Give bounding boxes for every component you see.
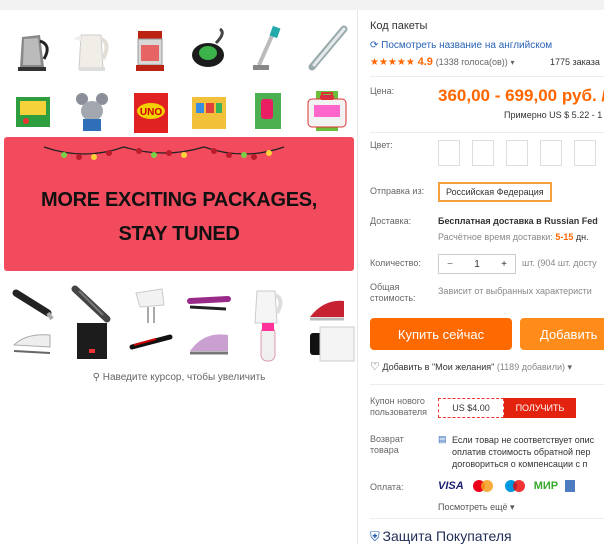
coupon-row: Купон нового пользователя US $4.00 ПОЛУЧИ… (370, 396, 604, 418)
color-option-2[interactable] (472, 140, 494, 166)
ship-label: Отправка из: (370, 186, 425, 196)
qty-plus-button[interactable]: + (493, 259, 515, 270)
promo-line-1: MORE EXCITING PACKAGES, (40, 189, 318, 211)
thumb-speaker-box[interactable] (63, 310, 122, 372)
thumb-toy-box-green[interactable] (4, 80, 63, 142)
card-icon (564, 479, 576, 493)
color-option-4[interactable] (540, 140, 562, 166)
thumb-toy-case[interactable] (298, 80, 356, 142)
delivery-value: Бесплатная доставка в Russian Fed (438, 216, 598, 226)
product-title: Код пакеты (370, 20, 428, 32)
thumbnail-row-1 (4, 18, 356, 80)
wishlist-link[interactable]: Добавить в "Мои желания" (382, 362, 494, 372)
delivery-row: Доставка: Бесплатная доставка в Russian … (370, 216, 604, 242)
price-value: 360,00 - 699,00 руб. / (438, 86, 604, 105)
zoom-hint: ⚲ Наведите курсор, чтобы увеличить (92, 372, 266, 383)
shield-icon: ⛨ (370, 529, 380, 544)
coupon-value: US $4.00 (438, 398, 504, 418)
quantity-row: Количество: − 1 + шт. (904 шт. досту (370, 254, 604, 274)
thumb-epilator[interactable] (239, 310, 298, 372)
thumb-plush-mouse[interactable] (63, 80, 122, 142)
promo-banner: MORE EXCITING PACKAGES, STAY TUNED (4, 137, 354, 271)
rating-row: ★★★★★ 4.9 (1338 голоса(ов)) ▾ 1775 заказ… (370, 56, 604, 68)
divider (370, 76, 604, 77)
translate-icon: ⟳ (370, 40, 382, 51)
color-label: Цвет: (370, 140, 393, 150)
wishlist-row[interactable]: ♡ Добавить в "Мои желания" (1189 добавил… (370, 360, 604, 373)
thumbnail-extra-2 (314, 310, 356, 372)
color-option-5[interactable] (574, 140, 596, 166)
mir-logo: МИР (533, 480, 559, 492)
string-lights-icon (43, 146, 285, 160)
thumbnail-row-5 (4, 310, 356, 372)
return-info-icon: ▤ (438, 434, 447, 444)
chevron-down-icon: ▾ (510, 502, 515, 512)
translate-link[interactable]: ⟳ Посмотреть название на английском (370, 40, 552, 51)
mastercard-icon (470, 479, 496, 493)
thumb-kettle-steel[interactable] (4, 18, 63, 80)
delivery-time: Расчётное время доставки: 5-15 дн. (438, 232, 589, 242)
thumb-iron-purple[interactable] (180, 310, 239, 372)
price-row: Цена: 360,00 - 699,00 руб. / Примерно US… (370, 86, 604, 120)
thumbnail-extra (298, 80, 356, 142)
protection-title: Защита Покупателя (382, 528, 512, 544)
more-payments-link[interactable]: Посмотреть ещё ▾ (438, 502, 515, 513)
orders-count: 1775 заказа (550, 57, 600, 67)
qty-label: Количество: (370, 258, 421, 268)
price-label: Цена: (370, 86, 395, 96)
thumb-kettle-white[interactable] (63, 18, 122, 80)
payment-label: Оплата: (370, 482, 404, 492)
promo-line-2: STAY TUNED (118, 223, 240, 245)
magnifier-icon: ⚲ (92, 372, 103, 383)
color-row: Цвет: (370, 140, 604, 166)
thumb-kettle-red[interactable] (121, 18, 180, 80)
divider (370, 132, 604, 133)
color-option-3[interactable] (506, 140, 528, 166)
total-value: Зависит от выбранных характеристи (438, 286, 592, 296)
quantity-stepper: − 1 + (438, 254, 516, 274)
qty-minus-button[interactable]: − (439, 259, 461, 270)
top-strip (0, 0, 604, 10)
add-to-cart-button[interactable]: Добавить (520, 318, 604, 350)
divider (370, 518, 604, 519)
thumb-hair-iron[interactable] (297, 18, 356, 80)
coupon-get-button[interactable]: ПОЛУЧИТЬ (504, 398, 576, 418)
product-gallery: UNO MORE EXCITING PACKAGES, STAY TUNED ⚲… (0, 10, 358, 544)
svg-text:UNO: UNO (140, 107, 162, 118)
rating-value: 4.9 (417, 56, 433, 68)
heart-icon: ♡ (370, 361, 380, 373)
price-approx: Примерно US $ 5.22 - 1 (504, 110, 603, 120)
thumb-vacuum-green[interactable] (180, 18, 239, 80)
thumb-curling-brush[interactable] (121, 310, 180, 372)
thumb-scale[interactable] (314, 310, 360, 372)
maestro-icon (502, 479, 528, 493)
qty-available: шт. (904 шт. досту (522, 258, 597, 268)
return-text: Если товар не соответствует опис оплатив … (452, 435, 595, 469)
thumb-cordless-iron[interactable] (4, 310, 63, 372)
stars-icon: ★★★★★ (370, 57, 415, 68)
payment-row: Оплата: VISA МИР (370, 479, 604, 493)
thumb-stick-vacuum[interactable] (239, 18, 298, 80)
color-option-1[interactable] (438, 140, 460, 166)
qty-input[interactable]: 1 (461, 259, 493, 270)
buy-now-button[interactable]: Купить сейчас (370, 318, 512, 350)
total-row: Общая стоимость: Зависит от выбранных хар… (370, 282, 604, 304)
ship-from-row: Отправка из: Российская Федерация (370, 182, 604, 202)
return-row: Возврат товара ▤ Если товар не соответств… (370, 434, 604, 469)
product-info: Код пакеты ⟳ Посмотреть название на англ… (370, 10, 604, 544)
thumb-uno-cards[interactable]: UNO (121, 80, 180, 142)
chevron-down-icon[interactable]: ▾ (568, 362, 573, 372)
rating-count[interactable]: (1338 голоса(ов)) (436, 57, 508, 67)
delivery-label: Доставка: (370, 216, 412, 226)
payment-methods: VISA МИР (438, 479, 576, 493)
buyer-protection[interactable]: ⛨ Защита Покупателя (370, 528, 604, 545)
thumb-toy-box-colorful[interactable] (180, 80, 239, 142)
chevron-down-icon[interactable]: ▾ (511, 58, 515, 67)
ship-country-option[interactable]: Российская Федерация (438, 182, 552, 202)
wishlist-count: (1189 добавили) (496, 362, 565, 372)
visa-logo: VISA (438, 480, 464, 492)
divider (370, 384, 604, 385)
thumb-toy-phone[interactable] (239, 80, 298, 142)
